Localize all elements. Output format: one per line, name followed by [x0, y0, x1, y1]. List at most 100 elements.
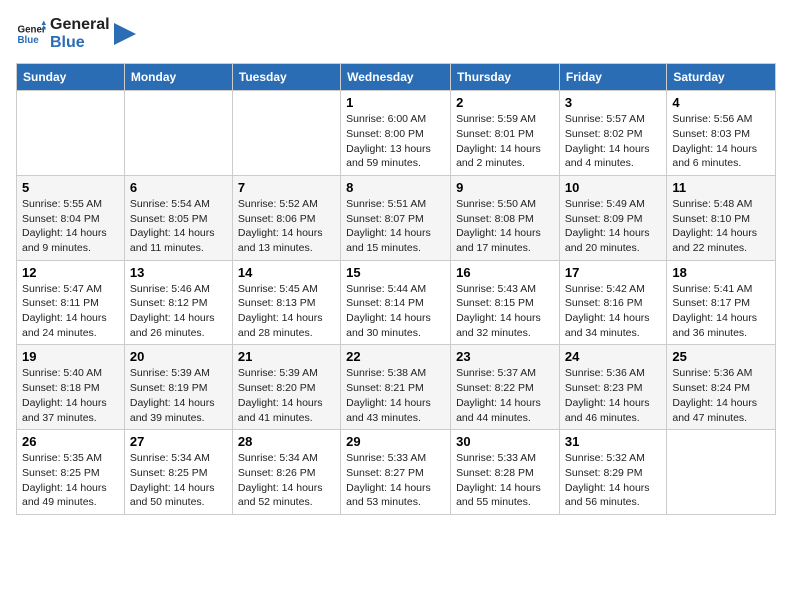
- day-number: 11: [672, 180, 770, 195]
- day-number: 18: [672, 265, 770, 280]
- day-cell: 18 Sunrise: 5:41 AMSunset: 8:17 PMDayligh…: [667, 260, 776, 345]
- weekday-monday: Monday: [124, 64, 232, 91]
- day-info: Sunrise: 5:49 AMSunset: 8:09 PMDaylight:…: [565, 197, 661, 256]
- day-number: 2: [456, 95, 554, 110]
- svg-text:General: General: [18, 24, 47, 35]
- day-number: 14: [238, 265, 335, 280]
- day-cell: [667, 430, 776, 515]
- day-cell: 26 Sunrise: 5:35 AMSunset: 8:25 PMDayligh…: [17, 430, 125, 515]
- day-number: 21: [238, 349, 335, 364]
- day-info: Sunrise: 5:42 AMSunset: 8:16 PMDaylight:…: [565, 282, 661, 341]
- day-info: Sunrise: 5:34 AMSunset: 8:26 PMDaylight:…: [238, 451, 335, 510]
- weekday-saturday: Saturday: [667, 64, 776, 91]
- day-info: Sunrise: 5:45 AMSunset: 8:13 PMDaylight:…: [238, 282, 335, 341]
- weekday-thursday: Thursday: [451, 64, 560, 91]
- day-info: Sunrise: 5:47 AMSunset: 8:11 PMDaylight:…: [22, 282, 119, 341]
- day-cell: 19Sunrise: 5:40 AMSunset: 8:18 PMDayligh…: [17, 345, 125, 430]
- weekday-friday: Friday: [559, 64, 666, 91]
- day-cell: 30Sunrise: 5:33 AMSunset: 8:28 PMDayligh…: [451, 430, 560, 515]
- day-info: Sunrise: 5:52 AMSunset: 8:06 PMDaylight:…: [238, 197, 335, 256]
- day-number: 8: [346, 180, 445, 195]
- day-number: 29: [346, 434, 445, 449]
- day-info: Sunrise: 5:33 AMSunset: 8:27 PMDaylight:…: [346, 451, 445, 510]
- page: General Blue General Blue SundayMondayTu…: [0, 0, 792, 612]
- day-cell: 1 Sunrise: 6:00 AMSunset: 8:00 PMDaylight…: [341, 91, 451, 176]
- day-cell: 27 Sunrise: 5:34 AMSunset: 8:25 PMDayligh…: [124, 430, 232, 515]
- day-number: 5: [22, 180, 119, 195]
- day-info: Sunrise: 5:36 AMSunset: 8:24 PMDaylight:…: [672, 366, 770, 425]
- day-cell: 10Sunrise: 5:49 AMSunset: 8:09 PMDayligh…: [559, 175, 666, 260]
- logo-blue: Blue: [50, 34, 110, 52]
- day-cell: 29 Sunrise: 5:33 AMSunset: 8:27 PMDayligh…: [341, 430, 451, 515]
- day-number: 31: [565, 434, 661, 449]
- day-cell: 31 Sunrise: 5:32 AMSunset: 8:29 PMDayligh…: [559, 430, 666, 515]
- day-cell: 8 Sunrise: 5:51 AMSunset: 8:07 PMDaylight…: [341, 175, 451, 260]
- weekday-tuesday: Tuesday: [232, 64, 340, 91]
- day-cell: [124, 91, 232, 176]
- day-cell: [232, 91, 340, 176]
- day-info: Sunrise: 5:35 AMSunset: 8:25 PMDaylight:…: [22, 451, 119, 510]
- day-number: 17: [565, 265, 661, 280]
- day-cell: 17 Sunrise: 5:42 AMSunset: 8:16 PMDayligh…: [559, 260, 666, 345]
- day-info: Sunrise: 5:56 AMSunset: 8:03 PMDaylight:…: [672, 112, 770, 171]
- day-cell: 11 Sunrise: 5:48 AMSunset: 8:10 PMDayligh…: [667, 175, 776, 260]
- day-cell: 16 Sunrise: 5:43 AMSunset: 8:15 PMDayligh…: [451, 260, 560, 345]
- header: General Blue General Blue: [16, 16, 776, 51]
- day-info: Sunrise: 5:54 AMSunset: 8:05 PMDaylight:…: [130, 197, 227, 256]
- day-info: Sunrise: 5:39 AMSunset: 8:20 PMDaylight:…: [238, 366, 335, 425]
- day-number: 4: [672, 95, 770, 110]
- day-info: Sunrise: 5:32 AMSunset: 8:29 PMDaylight:…: [565, 451, 661, 510]
- day-info: Sunrise: 5:34 AMSunset: 8:25 PMDaylight:…: [130, 451, 227, 510]
- day-number: 9: [456, 180, 554, 195]
- day-cell: 2 Sunrise: 5:59 AMSunset: 8:01 PMDaylight…: [451, 91, 560, 176]
- day-cell: 13Sunrise: 5:46 AMSunset: 8:12 PMDayligh…: [124, 260, 232, 345]
- logo: General Blue General Blue: [16, 16, 136, 51]
- day-number: 6: [130, 180, 227, 195]
- calendar-table: SundayMondayTuesdayWednesdayThursdayFrid…: [16, 63, 776, 515]
- day-number: 3: [565, 95, 661, 110]
- day-info: Sunrise: 5:46 AMSunset: 8:12 PMDaylight:…: [130, 282, 227, 341]
- day-number: 27: [130, 434, 227, 449]
- day-number: 28: [238, 434, 335, 449]
- day-cell: 4 Sunrise: 5:56 AMSunset: 8:03 PMDaylight…: [667, 91, 776, 176]
- day-info: Sunrise: 5:38 AMSunset: 8:21 PMDaylight:…: [346, 366, 445, 425]
- weekday-header-row: SundayMondayTuesdayWednesdayThursdayFrid…: [17, 64, 776, 91]
- day-info: Sunrise: 5:37 AMSunset: 8:22 PMDaylight:…: [456, 366, 554, 425]
- day-info: Sunrise: 5:55 AMSunset: 8:04 PMDaylight:…: [22, 197, 119, 256]
- day-info: Sunrise: 5:59 AMSunset: 8:01 PMDaylight:…: [456, 112, 554, 171]
- day-number: 26: [22, 434, 119, 449]
- day-cell: 21 Sunrise: 5:39 AMSunset: 8:20 PMDayligh…: [232, 345, 340, 430]
- day-cell: 15Sunrise: 5:44 AMSunset: 8:14 PMDayligh…: [341, 260, 451, 345]
- day-number: 16: [456, 265, 554, 280]
- day-cell: 28 Sunrise: 5:34 AMSunset: 8:26 PMDayligh…: [232, 430, 340, 515]
- day-cell: 24Sunrise: 5:36 AMSunset: 8:23 PMDayligh…: [559, 345, 666, 430]
- svg-text:Blue: Blue: [18, 35, 40, 46]
- week-row-4: 19Sunrise: 5:40 AMSunset: 8:18 PMDayligh…: [17, 345, 776, 430]
- day-info: Sunrise: 5:36 AMSunset: 8:23 PMDaylight:…: [565, 366, 661, 425]
- day-info: Sunrise: 5:44 AMSunset: 8:14 PMDaylight:…: [346, 282, 445, 341]
- day-cell: 7Sunrise: 5:52 AMSunset: 8:06 PMDaylight…: [232, 175, 340, 260]
- day-cell: 22Sunrise: 5:38 AMSunset: 8:21 PMDayligh…: [341, 345, 451, 430]
- day-cell: 3 Sunrise: 5:57 AMSunset: 8:02 PMDaylight…: [559, 91, 666, 176]
- day-cell: 5 Sunrise: 5:55 AMSunset: 8:04 PMDaylight…: [17, 175, 125, 260]
- day-number: 1: [346, 95, 445, 110]
- week-row-1: 1 Sunrise: 6:00 AMSunset: 8:00 PMDaylight…: [17, 91, 776, 176]
- day-cell: 9 Sunrise: 5:50 AMSunset: 8:08 PMDaylight…: [451, 175, 560, 260]
- day-number: 25: [672, 349, 770, 364]
- day-number: 20: [130, 349, 227, 364]
- day-info: Sunrise: 5:41 AMSunset: 8:17 PMDaylight:…: [672, 282, 770, 341]
- day-info: Sunrise: 6:00 AMSunset: 8:00 PMDaylight:…: [346, 112, 445, 171]
- week-row-3: 12Sunrise: 5:47 AMSunset: 8:11 PMDayligh…: [17, 260, 776, 345]
- day-info: Sunrise: 5:50 AMSunset: 8:08 PMDaylight:…: [456, 197, 554, 256]
- day-info: Sunrise: 5:51 AMSunset: 8:07 PMDaylight:…: [346, 197, 445, 256]
- week-row-5: 26 Sunrise: 5:35 AMSunset: 8:25 PMDayligh…: [17, 430, 776, 515]
- day-info: Sunrise: 5:43 AMSunset: 8:15 PMDaylight:…: [456, 282, 554, 341]
- logo-arrow-icon: [114, 23, 136, 45]
- logo-icon: General Blue: [16, 19, 46, 49]
- day-info: Sunrise: 5:48 AMSunset: 8:10 PMDaylight:…: [672, 197, 770, 256]
- weekday-wednesday: Wednesday: [341, 64, 451, 91]
- day-info: Sunrise: 5:57 AMSunset: 8:02 PMDaylight:…: [565, 112, 661, 171]
- weekday-sunday: Sunday: [17, 64, 125, 91]
- week-row-2: 5 Sunrise: 5:55 AMSunset: 8:04 PMDaylight…: [17, 175, 776, 260]
- day-cell: 20Sunrise: 5:39 AMSunset: 8:19 PMDayligh…: [124, 345, 232, 430]
